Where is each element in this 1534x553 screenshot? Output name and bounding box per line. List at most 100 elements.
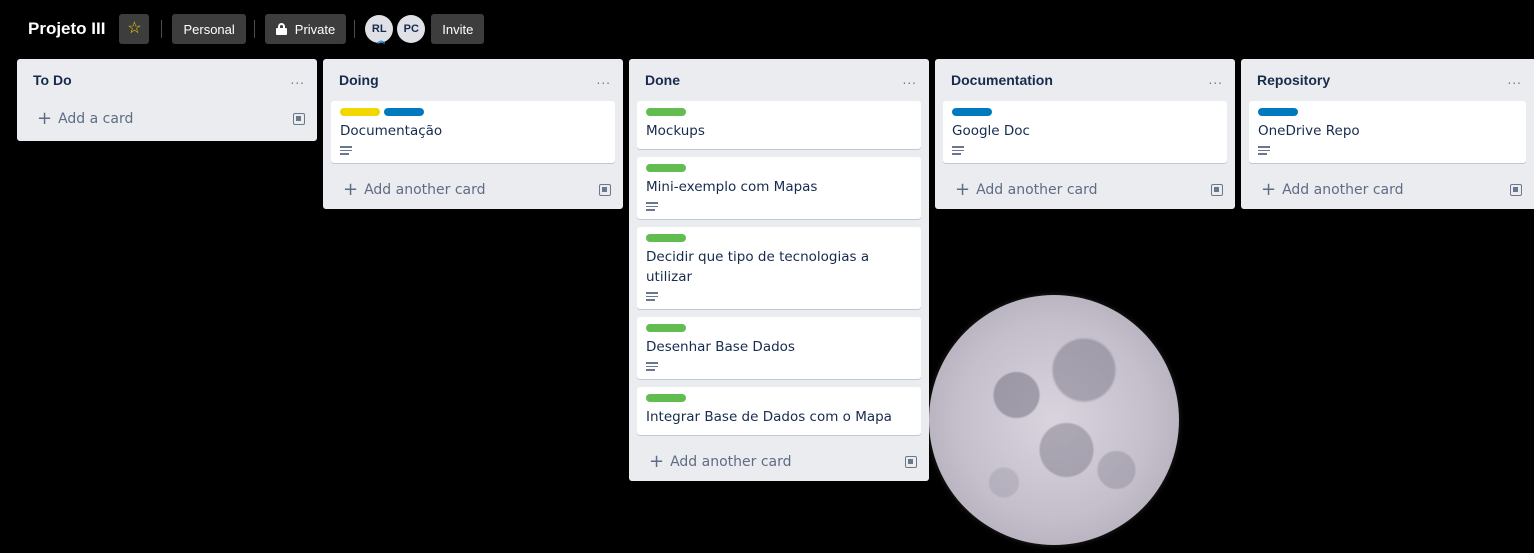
description-icon [340,146,352,155]
description-icon [1258,146,1270,155]
header-divider [161,20,163,38]
moon-background-image [929,295,1179,545]
header-divider [253,20,255,38]
card[interactable]: Mini-exemplo com Mapas [637,157,921,219]
list-menu-icon[interactable]: ... [291,73,305,87]
personal-label: Personal [183,21,235,37]
card-labels [646,108,912,116]
star-board-button[interactable]: ☆ [119,14,150,44]
label-blue[interactable] [1258,108,1298,116]
card-template-icon[interactable] [293,113,305,125]
header-divider [354,20,356,38]
private-label: Private [294,21,336,37]
label-green[interactable] [646,394,686,402]
card-template-icon[interactable] [599,184,611,196]
team-visibility-button[interactable]: Personal [172,14,246,44]
list-menu-icon[interactable]: ... [597,73,611,87]
list-menu-icon[interactable]: ... [903,73,917,87]
add-card-label: Add another card [1282,182,1404,198]
label-green[interactable] [646,108,686,116]
card-labels [646,324,912,332]
star-icon: ☆ [127,20,142,37]
board-header: Projeto III ☆ Personal Private RL ︽ PC I… [0,0,1534,58]
card-title: Mockups [646,123,705,139]
label-blue[interactable] [384,108,424,116]
card[interactable]: Decidir que tipo de tecnologias a utiliz… [637,227,921,309]
plus-icon: + [955,179,971,200]
label-blue[interactable] [952,108,992,116]
list-menu-icon[interactable]: ... [1209,73,1223,87]
board-visibility-button[interactable]: Private [264,14,347,44]
admin-chevron-icon: ︽ [377,36,386,45]
add-card-button[interactable]: + Add another card [943,171,1227,209]
card-template-icon[interactable] [1211,184,1223,196]
avatar-initials: PC [403,23,419,35]
add-card-button[interactable]: + Add another card [1249,171,1526,209]
card-labels [646,164,912,172]
description-icon [952,146,964,155]
card-title: Decidir que tipo de tecnologias a utiliz… [646,249,870,285]
card-title: Google Doc [952,123,1030,139]
invite-button[interactable]: Invite [431,14,485,44]
card-title: Mini-exemplo com Mapas [646,179,818,195]
card-title: Integrar Base de Dados com o Mapa [646,409,892,425]
list-header: Documentation ... [943,59,1227,101]
card-title: Documentação [340,123,443,139]
list-documentation: Documentation ... Google Doc + Add anothe… [935,59,1235,209]
card[interactable]: Mockups [637,101,921,149]
add-card-button[interactable]: + Add a card [25,97,309,141]
avatar[interactable]: PC [397,15,426,43]
card-template-icon[interactable] [1510,184,1522,196]
label-green[interactable] [646,164,686,172]
card-labels [1258,108,1517,116]
plus-icon: + [1261,179,1277,200]
list-title[interactable]: To Do [33,72,72,88]
label-green[interactable] [646,234,686,242]
list-title[interactable]: Documentation [951,72,1053,88]
list-title[interactable]: Doing [339,72,379,88]
list-header: Done ... [637,59,921,101]
card-labels [646,234,912,242]
list-header: Repository ... [1249,59,1526,101]
list-done: Done ... Mockups Mini-exemplo com Mapas … [629,59,929,481]
card[interactable]: Desenhar Base Dados [637,317,921,379]
description-icon [646,202,658,211]
list-menu-icon[interactable]: ... [1508,73,1522,87]
invite-label: Invite [442,21,474,37]
list-title[interactable]: Done [645,72,680,88]
plus-icon: + [37,108,53,129]
list-doing: Doing ... Documentação + Add another card [323,59,623,209]
add-card-button[interactable]: + Add another card [637,443,921,481]
board-members: RL ︽ PC [365,15,426,45]
card[interactable]: OneDrive Repo [1249,101,1526,163]
label-green[interactable] [646,324,686,332]
list-header: Doing ... [331,59,615,101]
lock-icon [275,23,287,35]
card-labels [340,108,606,116]
label-yellow[interactable] [340,108,380,116]
add-card-label: Add another card [976,182,1098,198]
card[interactable]: Integrar Base de Dados com o Mapa [637,387,921,435]
avatar-initials: RL [371,23,387,35]
description-icon [646,362,658,371]
add-card-label: Add a card [58,111,134,127]
list-to-do: To Do ... + Add a card [17,59,317,141]
description-icon [646,292,658,301]
card[interactable]: Documentação [331,101,615,163]
list-title[interactable]: Repository [1257,72,1330,88]
add-card-label: Add another card [364,182,486,198]
board-title[interactable]: Projeto III [28,19,105,39]
card-labels [952,108,1218,116]
card-title: Desenhar Base Dados [646,339,795,355]
card-labels [646,394,912,402]
avatar[interactable]: RL ︽ [365,15,394,45]
add-card-label: Add another card [670,454,792,470]
plus-icon: + [343,179,359,200]
card[interactable]: Google Doc [943,101,1227,163]
list-repository: Repository ... OneDrive Repo + Add anothe… [1241,59,1534,209]
add-card-button[interactable]: + Add another card [331,171,615,209]
list-header: To Do ... [25,59,309,101]
plus-icon: + [649,451,665,472]
card-template-icon[interactable] [905,456,917,468]
card-title: OneDrive Repo [1258,123,1360,139]
